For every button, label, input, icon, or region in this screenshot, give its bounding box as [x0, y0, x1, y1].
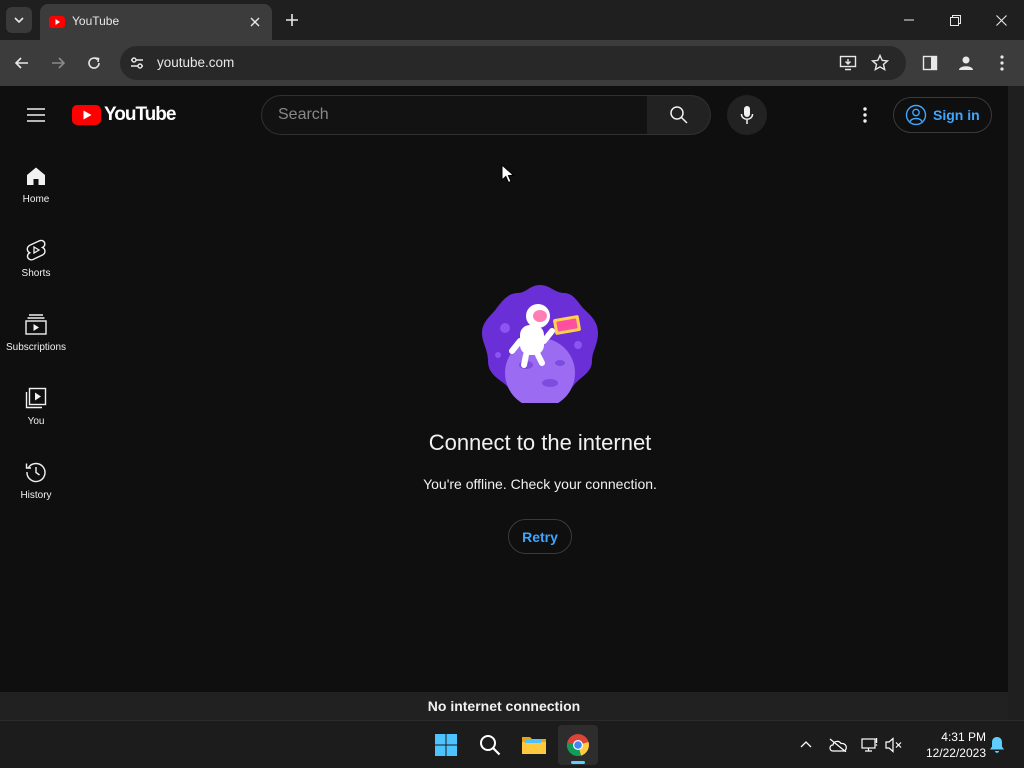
- restore-button[interactable]: [932, 0, 978, 40]
- clock-time: 4:31 PM: [941, 730, 986, 744]
- youtube-logo-icon: [72, 105, 101, 125]
- minimize-button[interactable]: [886, 0, 932, 40]
- sidebar-item-label: Home: [22, 194, 50, 205]
- shorts-icon: [24, 238, 48, 262]
- chrome-icon: [566, 734, 589, 757]
- chevron-up-icon: [800, 741, 812, 748]
- no-internet-message: No internet connection: [427, 698, 581, 714]
- profile-button[interactable]: [954, 51, 978, 75]
- hamburger-menu-icon: [27, 108, 45, 122]
- start-button[interactable]: [426, 725, 466, 765]
- back-button[interactable]: [10, 51, 34, 75]
- tune-icon: [131, 57, 143, 69]
- youtube-masthead: YouTube Sign in: [0, 86, 1008, 144]
- onedrive-button[interactable]: [828, 735, 848, 755]
- url-text[interactable]: youtube.com: [157, 55, 234, 70]
- no-internet-banner: No internet connection: [0, 692, 1008, 720]
- logo-wordmark: YouTube: [104, 104, 176, 125]
- plus-icon: [286, 14, 298, 26]
- subscriptions-icon: [24, 312, 48, 336]
- close-icon: [995, 14, 1007, 26]
- tab-search-button[interactable]: [6, 7, 32, 33]
- side-panel-button[interactable]: [918, 51, 942, 75]
- arrow-right-icon: [52, 57, 66, 69]
- reload-button[interactable]: [82, 51, 106, 75]
- arrow-left-icon: [14, 57, 28, 69]
- taskbar-search-button[interactable]: [470, 725, 510, 765]
- guide-menu-button[interactable]: [24, 103, 48, 127]
- search-input[interactable]: [278, 104, 628, 126]
- youtube-logo[interactable]: YouTube: [72, 104, 176, 126]
- more-vertical-icon: [1000, 55, 1004, 71]
- browser-menu-button[interactable]: [990, 51, 1014, 75]
- reload-icon: [88, 57, 100, 69]
- microphone-icon: [740, 106, 754, 124]
- mouse-cursor-icon: [501, 164, 515, 184]
- sidebar-item-shorts[interactable]: Shorts: [4, 218, 68, 288]
- bell-icon: [990, 737, 1004, 753]
- offline-message: You're offline. Check your connection.: [423, 476, 657, 492]
- more-vertical-icon: [863, 107, 867, 123]
- network-disconnected-icon: [861, 738, 878, 752]
- star-icon: [871, 54, 889, 72]
- folder-icon: [522, 737, 546, 754]
- browser-tab-strip: YouTube: [0, 0, 1024, 40]
- tab-close-button[interactable]: [246, 13, 264, 31]
- minimize-icon: [904, 19, 914, 21]
- sidebar-item-subscriptions[interactable]: Subscriptions: [4, 292, 68, 362]
- search-icon: [669, 106, 688, 124]
- sidebar-item-label: Subscriptions: [5, 342, 67, 353]
- you-icon: [24, 386, 48, 410]
- settings-more-button[interactable]: [853, 103, 877, 127]
- account-circle-icon: [905, 104, 927, 126]
- sign-in-button[interactable]: Sign in: [893, 97, 992, 133]
- windows-taskbar: 4:31 PM 12/22/2023: [0, 720, 1024, 768]
- forward-button[interactable]: [46, 51, 70, 75]
- search-icon: [480, 735, 501, 756]
- offline-astronaut-illustration: [482, 285, 598, 403]
- side-panel-icon: [922, 55, 938, 71]
- home-icon: [24, 164, 48, 188]
- chevron-down-icon: [14, 17, 24, 24]
- clock-date: 12/22/2023: [925, 746, 986, 760]
- show-hidden-icons-button[interactable]: [796, 735, 816, 755]
- volume-muted-icon: [885, 737, 902, 753]
- install-icon: [839, 55, 857, 71]
- chrome-taskbar-button[interactable]: [558, 725, 598, 765]
- notifications-button[interactable]: [987, 735, 1007, 755]
- page-scrollbar[interactable]: [1008, 86, 1024, 720]
- active-app-indicator: [571, 761, 585, 764]
- search-box[interactable]: [261, 95, 648, 135]
- install-app-button[interactable]: [836, 51, 860, 75]
- retry-button[interactable]: Retry: [508, 519, 572, 554]
- voice-search-button[interactable]: [727, 95, 767, 135]
- file-explorer-button[interactable]: [514, 725, 554, 765]
- windows-logo-icon: [435, 734, 457, 756]
- cloud-offline-icon: [829, 738, 847, 752]
- search-button[interactable]: [647, 95, 711, 135]
- tab-title: YouTube: [72, 14, 120, 28]
- bookmark-button[interactable]: [868, 51, 892, 75]
- offline-title: Connect to the internet: [428, 430, 652, 455]
- restore-icon: [949, 14, 961, 26]
- youtube-favicon-icon: [49, 16, 65, 28]
- address-bar[interactable]: youtube.com: [120, 46, 906, 80]
- sidebar-item-label: Shorts: [21, 268, 51, 279]
- profile-icon: [959, 56, 973, 70]
- volume-button[interactable]: [884, 735, 904, 755]
- sidebar-item-label: You: [27, 416, 45, 427]
- close-icon: [250, 17, 260, 27]
- site-info-button[interactable]: [128, 54, 146, 72]
- sidebar-item-you[interactable]: You: [4, 366, 68, 436]
- network-status-button[interactable]: [860, 735, 880, 755]
- close-window-button[interactable]: [978, 0, 1024, 40]
- browser-toolbar: youtube.com: [0, 40, 1024, 86]
- sidebar-item-home[interactable]: Home: [4, 144, 68, 214]
- new-tab-button[interactable]: [282, 10, 302, 30]
- sign-in-label: Sign in: [933, 107, 980, 123]
- browser-tab-youtube[interactable]: YouTube: [40, 4, 272, 40]
- clock[interactable]: 4:31 PM 12/22/2023: [914, 729, 986, 761]
